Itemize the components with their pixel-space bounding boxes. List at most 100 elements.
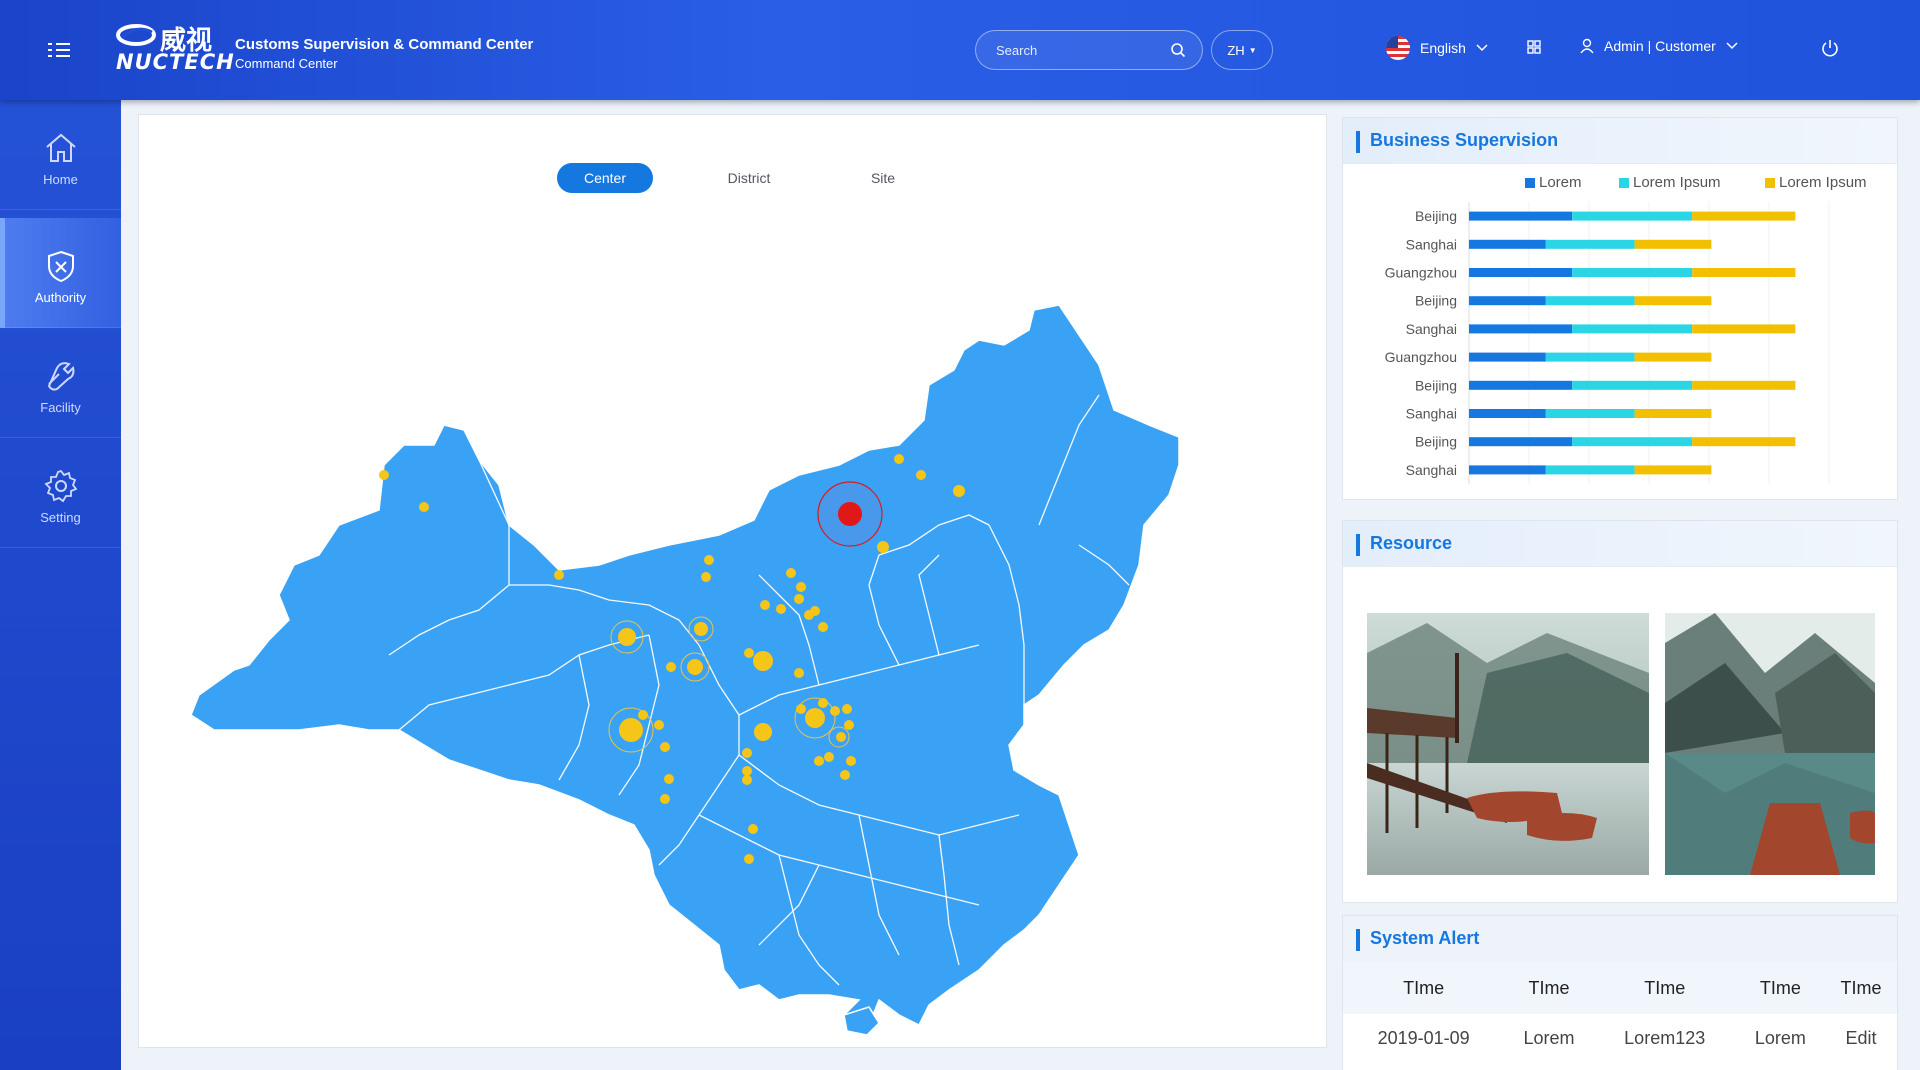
- alert-marker[interactable]: [817, 481, 883, 547]
- bar-segment[interactable]: [1572, 380, 1693, 390]
- site-marker[interactable]: [687, 659, 703, 675]
- column-header[interactable]: TIme: [1343, 962, 1505, 1014]
- tab-site[interactable]: Site: [835, 163, 931, 193]
- site-marker[interactable]: [953, 485, 965, 497]
- site-marker[interactable]: [742, 766, 752, 776]
- site-marker[interactable]: [776, 604, 786, 614]
- site-marker[interactable]: [554, 570, 564, 580]
- tab-district[interactable]: District: [701, 163, 797, 193]
- site-marker[interactable]: [654, 720, 664, 730]
- site-marker[interactable]: [694, 622, 708, 636]
- bar-segment[interactable]: [1692, 268, 1796, 277]
- bar-segment[interactable]: [1545, 296, 1635, 306]
- column-header[interactable]: TIme: [1504, 962, 1594, 1014]
- bar-segment[interactable]: [1469, 352, 1546, 362]
- site-marker[interactable]: [760, 600, 770, 610]
- site-marker[interactable]: [666, 662, 676, 672]
- site-marker[interactable]: [846, 756, 856, 766]
- site-marker[interactable]: [830, 706, 840, 716]
- site-marker[interactable]: [810, 606, 820, 616]
- bar-segment[interactable]: [1469, 324, 1573, 334]
- site-marker[interactable]: [638, 710, 648, 720]
- site-marker[interactable]: [796, 704, 806, 714]
- site-marker[interactable]: [818, 622, 828, 632]
- sidebar-item-home[interactable]: Home: [0, 100, 121, 210]
- bar-segment[interactable]: [1469, 465, 1546, 475]
- site-marker[interactable]: [794, 594, 804, 604]
- site-marker[interactable]: [754, 723, 772, 741]
- bar-segment[interactable]: [1634, 352, 1712, 362]
- power-icon[interactable]: [1820, 38, 1840, 58]
- site-marker[interactable]: [786, 568, 796, 578]
- bar-segment[interactable]: [1469, 268, 1573, 277]
- bar-segment[interactable]: [1692, 211, 1796, 221]
- bar-segment[interactable]: [1634, 239, 1712, 249]
- site-marker[interactable]: [744, 854, 754, 864]
- bar-segment[interactable]: [1634, 296, 1712, 306]
- edit-link[interactable]: Edit: [1825, 1014, 1897, 1062]
- site-marker[interactable]: [379, 470, 389, 480]
- bar-segment[interactable]: [1634, 409, 1712, 418]
- site-marker[interactable]: [796, 582, 806, 592]
- site-marker[interactable]: [824, 752, 834, 762]
- bar-segment[interactable]: [1692, 380, 1796, 390]
- site-marker[interactable]: [419, 502, 429, 512]
- site-marker[interactable]: [753, 651, 773, 671]
- site-marker[interactable]: [877, 541, 889, 553]
- bar-segment[interactable]: [1572, 324, 1693, 334]
- site-marker[interactable]: [840, 770, 850, 780]
- language-select[interactable]: English: [1386, 36, 1488, 60]
- site-marker[interactable]: [836, 732, 846, 742]
- site-marker[interactable]: [704, 555, 714, 565]
- china-territory[interactable]: [190, 304, 1180, 1031]
- site-marker[interactable]: [916, 470, 926, 480]
- bar-segment[interactable]: [1545, 239, 1635, 249]
- site-marker[interactable]: [618, 628, 636, 646]
- bar-segment[interactable]: [1572, 211, 1693, 221]
- bar-segment[interactable]: [1545, 465, 1635, 475]
- bar-segment[interactable]: [1469, 239, 1546, 249]
- china-map[interactable]: [179, 225, 1239, 1035]
- tab-center[interactable]: Center: [557, 163, 653, 193]
- bar-segment[interactable]: [1545, 409, 1635, 418]
- site-marker[interactable]: [805, 708, 825, 728]
- table-row[interactable]: 2019-01-09 Lorem Lorem123 Lorem Edit: [1343, 1014, 1897, 1062]
- site-marker[interactable]: [814, 756, 824, 766]
- site-marker[interactable]: [660, 794, 670, 804]
- bar-segment[interactable]: [1634, 465, 1712, 475]
- column-header[interactable]: TIme: [1593, 962, 1736, 1014]
- bar-segment[interactable]: [1572, 437, 1693, 447]
- bar-segment[interactable]: [1469, 296, 1546, 306]
- column-header[interactable]: TIme: [1735, 962, 1826, 1014]
- site-marker[interactable]: [701, 572, 711, 582]
- sidebar-item-authority[interactable]: Authority: [0, 218, 121, 328]
- site-marker[interactable]: [818, 698, 828, 708]
- bar-segment[interactable]: [1469, 211, 1573, 221]
- site-marker[interactable]: [742, 748, 752, 758]
- resource-image-lake-dock[interactable]: [1367, 613, 1649, 875]
- user-menu[interactable]: Admin | Customer: [1580, 38, 1738, 54]
- site-marker[interactable]: [894, 454, 904, 464]
- search-icon[interactable]: [1170, 42, 1186, 58]
- menu-toggle-icon[interactable]: [44, 38, 74, 62]
- sidebar-item-setting[interactable]: Setting: [0, 438, 121, 548]
- language-short-button[interactable]: ZH ▼: [1211, 30, 1273, 70]
- site-marker[interactable]: [660, 742, 670, 752]
- site-marker[interactable]: [744, 648, 754, 658]
- bar-segment[interactable]: [1469, 437, 1573, 447]
- bar-segment[interactable]: [1572, 268, 1693, 277]
- sidebar-item-facility[interactable]: Facility: [0, 328, 121, 438]
- site-marker[interactable]: [748, 824, 758, 834]
- bar-segment[interactable]: [1692, 437, 1796, 447]
- site-marker[interactable]: [664, 774, 674, 784]
- apps-grid-icon[interactable]: [1527, 40, 1541, 54]
- site-marker[interactable]: [844, 720, 854, 730]
- search-input[interactable]: [996, 31, 1166, 69]
- site-marker[interactable]: [619, 718, 643, 742]
- site-marker[interactable]: [842, 704, 852, 714]
- bar-segment[interactable]: [1545, 352, 1635, 362]
- column-header[interactable]: TIme: [1825, 962, 1897, 1014]
- bar-segment[interactable]: [1469, 409, 1546, 418]
- site-marker[interactable]: [742, 775, 752, 785]
- bar-segment[interactable]: [1469, 380, 1573, 390]
